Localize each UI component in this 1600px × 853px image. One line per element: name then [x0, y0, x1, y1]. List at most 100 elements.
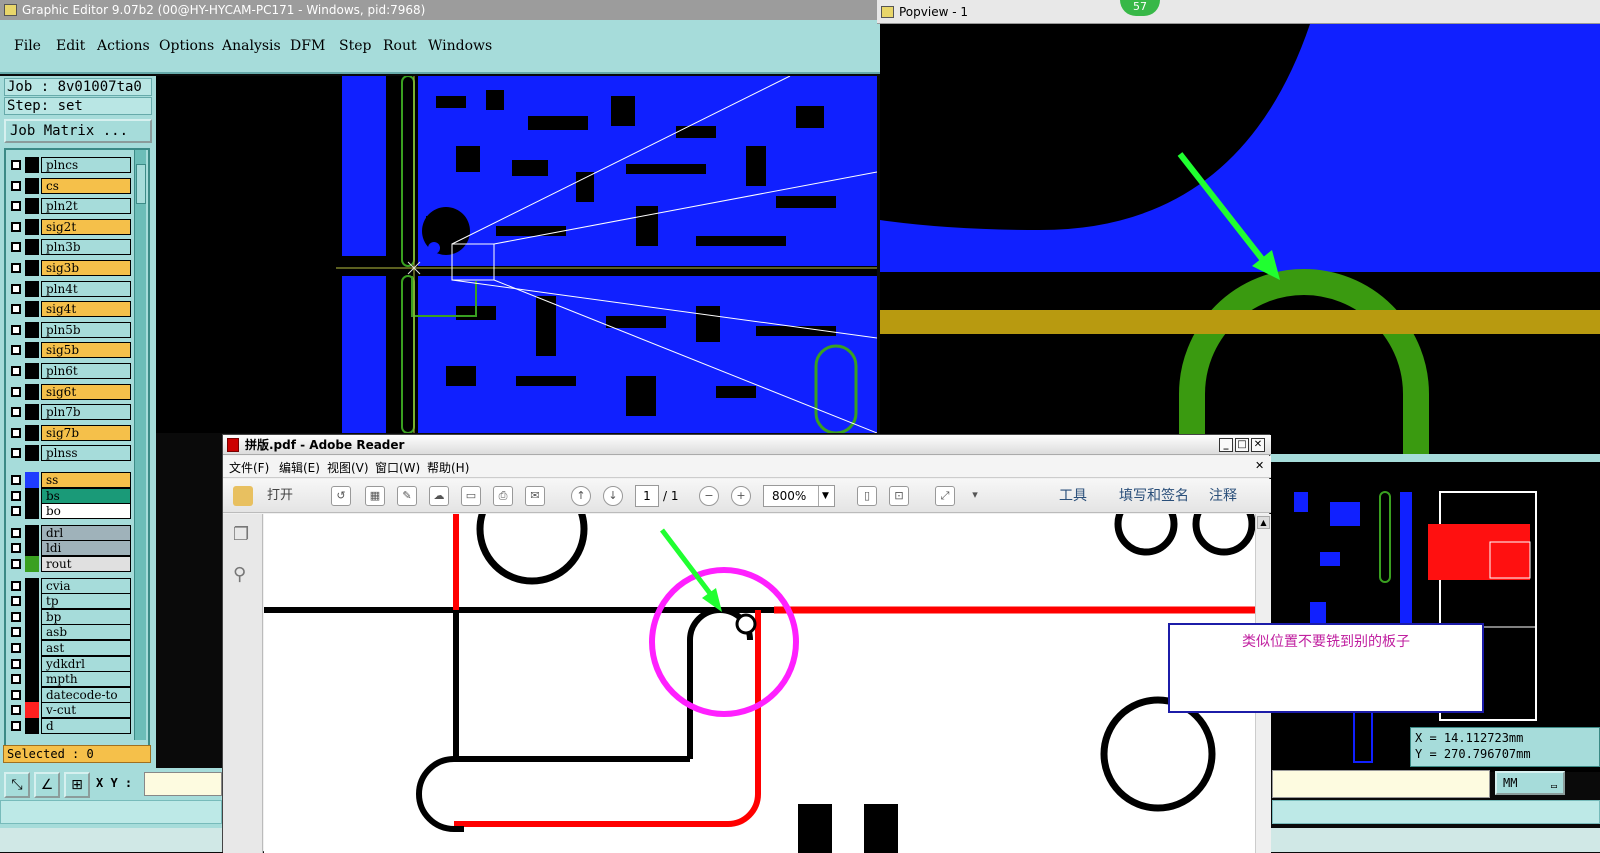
menu-edit[interactable]: Edit [56, 38, 85, 54]
xy-input[interactable] [144, 772, 222, 796]
layer-checkbox[interactable] [11, 407, 21, 418]
zoom-out-icon[interactable]: − [699, 486, 719, 506]
fit-page-icon[interactable]: ▯ [857, 486, 877, 506]
layer-row[interactable]: pln2t [9, 198, 131, 215]
layer-row[interactable]: sig5b [9, 342, 131, 359]
layer-checkbox[interactable] [11, 221, 21, 232]
previous-page-icon[interactable]: ↑ [571, 486, 591, 506]
layer-checkbox[interactable] [11, 490, 21, 501]
layer-name[interactable]: ydkdrl [41, 655, 131, 672]
layer-checkbox[interactable] [11, 304, 21, 315]
save-icon[interactable]: ▭ [461, 486, 481, 506]
menu-view-cn[interactable]: 视图(V) [327, 459, 369, 476]
layer-row[interactable]: sig2t [9, 218, 131, 235]
more-tools-icon[interactable]: ▾ [965, 486, 985, 506]
layer-name[interactable]: pln6t [41, 363, 131, 379]
layer-name[interactable]: sig6t [41, 383, 131, 400]
attachment-icon[interactable]: ⚲ [233, 564, 246, 585]
layer-name[interactable]: asb [41, 624, 131, 641]
layer-row[interactable]: mpth [9, 671, 131, 688]
menu-file[interactable]: File [14, 38, 41, 54]
zoom-select[interactable]: 800% ▼ [763, 485, 835, 507]
upload-icon[interactable]: ☁ [429, 486, 449, 506]
layer-checkbox[interactable] [11, 263, 21, 273]
comment-button[interactable]: 注释 [1209, 485, 1237, 507]
layer-row[interactable]: ss [9, 472, 131, 488]
layer-checkbox[interactable] [11, 611, 21, 622]
layer-name[interactable]: pln5b [41, 321, 131, 338]
layer-name[interactable]: v-cut [41, 702, 131, 719]
layer-checkbox[interactable] [11, 643, 21, 653]
layer-name[interactable]: cs [41, 177, 131, 194]
popview-canvas[interactable] [880, 24, 1600, 454]
layer-checkbox[interactable] [11, 506, 21, 517]
layer-row[interactable]: ldi [9, 540, 131, 557]
layer-name[interactable]: datecode-to [41, 686, 131, 703]
menu-rout[interactable]: Rout [383, 38, 417, 54]
layer-row[interactable]: pln6t [9, 363, 131, 379]
layer-name[interactable]: drl [41, 524, 131, 541]
layer-checkbox[interactable] [11, 689, 21, 700]
layer-name[interactable]: sig3b [41, 260, 131, 276]
layer-row[interactable]: pln5b [9, 321, 131, 338]
layer-checkbox[interactable] [11, 180, 21, 191]
layer-row[interactable]: sig6t [9, 383, 131, 400]
layer-list-scrollbar[interactable] [134, 150, 146, 740]
layer-row[interactable]: asb [9, 624, 131, 641]
menu-dfm[interactable]: DFM [290, 38, 325, 54]
layer-row[interactable]: tp [9, 593, 131, 610]
layer-row[interactable]: bo [9, 503, 131, 520]
layer-checkbox[interactable] [11, 580, 21, 591]
tools-button[interactable]: 工具 [1059, 485, 1087, 507]
layer-row[interactable]: ydkdrl [9, 655, 131, 672]
print-icon[interactable]: ⎙ [493, 486, 513, 506]
fullscreen-icon[interactable]: ⤢ [935, 486, 955, 506]
pdf-page[interactable] [264, 514, 1255, 853]
scroll-thumb[interactable] [136, 164, 146, 204]
folder-icon[interactable] [233, 486, 253, 506]
layer-name[interactable]: ast [41, 640, 131, 656]
next-page-icon[interactable]: ↓ [603, 486, 623, 506]
layer-row[interactable]: sig3b [9, 260, 131, 276]
layer-checkbox[interactable] [11, 543, 21, 554]
layer-checkbox[interactable] [11, 448, 21, 459]
layer-name[interactable]: mpth [41, 671, 131, 688]
layer-checkbox[interactable] [11, 527, 21, 538]
layer-checkbox[interactable] [11, 201, 21, 212]
close-document-icon[interactable]: ✕ [1255, 459, 1264, 472]
layer-checkbox[interactable] [11, 658, 21, 669]
angle-icon[interactable]: ∠ [34, 772, 60, 798]
layer-row[interactable]: plncs [9, 157, 131, 173]
layer-name[interactable]: sig5b [41, 342, 131, 359]
pages-icon[interactable]: ❐ [233, 524, 249, 545]
combine-icon[interactable]: ▦ [365, 486, 385, 506]
layer-row[interactable]: bs [9, 487, 131, 504]
open-button[interactable]: 打开 [267, 485, 293, 507]
layer-row[interactable]: ast [9, 640, 131, 656]
layer-row[interactable]: pln7b [9, 404, 131, 421]
layer-name[interactable]: sig4t [41, 301, 131, 318]
layer-row[interactable]: d [9, 718, 131, 734]
popview-mini-canvas[interactable] [1270, 454, 1600, 772]
zoom-in-icon[interactable]: + [731, 486, 751, 506]
menu-actions[interactable]: Actions [97, 38, 150, 54]
layer-name[interactable]: pln3b [41, 239, 131, 256]
layer-row[interactable]: sig7b [9, 424, 131, 441]
comment-note[interactable]: 类似位置不要铣到别的板子 [1168, 623, 1484, 713]
layer-name[interactable]: pln4t [41, 280, 131, 297]
page-number-input[interactable]: 1 [635, 485, 659, 507]
layer-name[interactable]: bs [41, 487, 131, 504]
layer-row[interactable]: datecode-to [9, 686, 131, 703]
menu-file-cn[interactable]: 文件(F) [229, 459, 269, 476]
layer-checkbox[interactable] [11, 427, 21, 438]
layer-checkbox[interactable] [11, 596, 21, 607]
layer-checkbox[interactable] [11, 705, 21, 716]
layer-row[interactable]: cs [9, 177, 131, 194]
layer-checkbox[interactable] [11, 160, 21, 170]
layer-checkbox[interactable] [11, 627, 21, 638]
close-icon[interactable]: ✕ [1251, 438, 1265, 452]
layer-name[interactable]: pln2t [41, 198, 131, 215]
layer-checkbox[interactable] [11, 345, 21, 356]
layer-checkbox[interactable] [11, 475, 21, 485]
layer-name[interactable]: tp [41, 593, 131, 610]
